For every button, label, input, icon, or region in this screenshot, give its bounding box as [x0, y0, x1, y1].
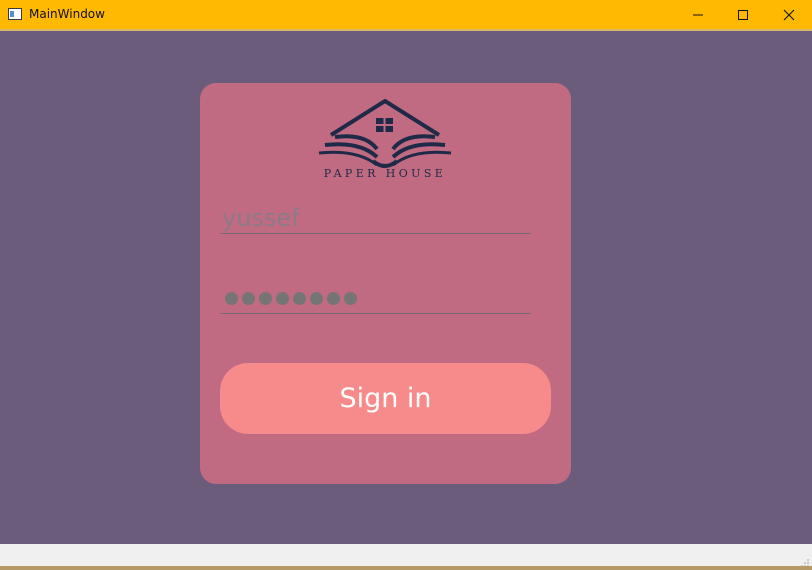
password-dot	[327, 291, 340, 305]
login-card: PAPER HOUSE Sign in	[200, 83, 571, 484]
paper-house-logo: PAPER HOUSE	[318, 99, 452, 179]
password-dot	[310, 291, 323, 305]
background-desktop-strip	[0, 566, 812, 570]
password-dot	[293, 291, 306, 305]
password-dot	[242, 291, 255, 305]
sign-in-button[interactable]: Sign in	[220, 363, 551, 434]
close-icon	[783, 9, 795, 21]
password-dot	[276, 291, 289, 305]
app-window-icon	[8, 8, 22, 20]
svg-text:PAPER HOUSE: PAPER HOUSE	[324, 167, 446, 179]
minimize-button[interactable]	[675, 0, 721, 30]
minimize-icon	[693, 14, 703, 16]
title-bar[interactable]: MainWindow	[0, 0, 812, 31]
maximize-button[interactable]	[720, 0, 766, 30]
username-input[interactable]	[220, 203, 531, 234]
password-dot	[225, 291, 238, 305]
maximize-icon	[738, 10, 748, 20]
password-input[interactable]	[220, 283, 531, 314]
window-title: MainWindow	[29, 7, 105, 21]
password-dot	[344, 291, 357, 305]
main-window: MainWindow PAPER HOUSE yussef Sign in	[0, 0, 812, 570]
close-button[interactable]	[766, 0, 812, 30]
password-dot	[259, 291, 272, 305]
